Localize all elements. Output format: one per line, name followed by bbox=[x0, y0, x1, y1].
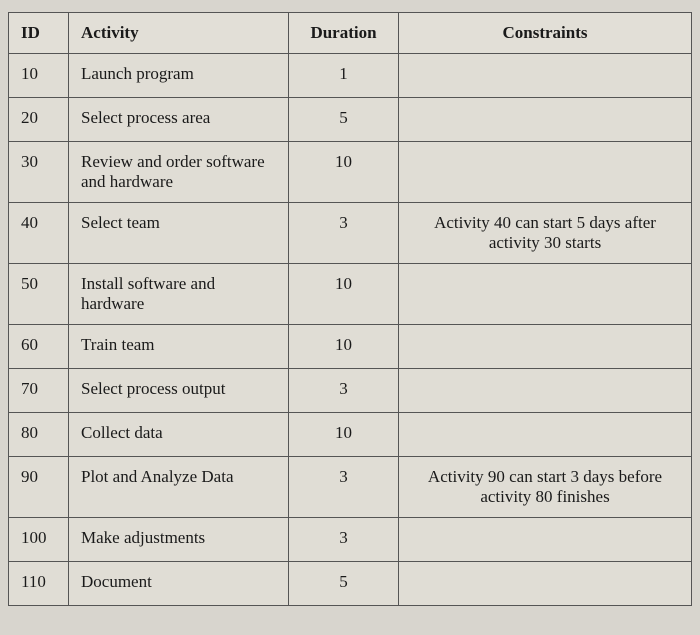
cell-constraints bbox=[399, 369, 692, 413]
cell-activity: Review and order software and hardware bbox=[69, 142, 289, 203]
table-row: 30 Review and order software and hardwar… bbox=[9, 142, 692, 203]
header-row: ID Activity Duration Constraints bbox=[9, 13, 692, 54]
cell-duration: 3 bbox=[289, 203, 399, 264]
cell-duration: 1 bbox=[289, 54, 399, 98]
cell-activity: Select process area bbox=[69, 98, 289, 142]
table-row: 70 Select process output 3 bbox=[9, 369, 692, 413]
header-duration: Duration bbox=[289, 13, 399, 54]
cell-id: 30 bbox=[9, 142, 69, 203]
cell-duration: 10 bbox=[289, 142, 399, 203]
cell-constraints bbox=[399, 142, 692, 203]
table-row: 60 Train team 10 bbox=[9, 325, 692, 369]
cell-id: 100 bbox=[9, 518, 69, 562]
cell-id: 70 bbox=[9, 369, 69, 413]
cell-duration: 5 bbox=[289, 562, 399, 606]
cell-constraints bbox=[399, 54, 692, 98]
cell-id: 80 bbox=[9, 413, 69, 457]
cell-constraints bbox=[399, 518, 692, 562]
cell-duration: 3 bbox=[289, 457, 399, 518]
cell-id: 50 bbox=[9, 264, 69, 325]
table-row: 50 Install software and hardware 10 bbox=[9, 264, 692, 325]
table-row: 90 Plot and Analyze Data 3 Activity 90 c… bbox=[9, 457, 692, 518]
cell-constraints bbox=[399, 413, 692, 457]
cell-constraints bbox=[399, 98, 692, 142]
cell-duration: 10 bbox=[289, 325, 399, 369]
table-row: 10 Launch program 1 bbox=[9, 54, 692, 98]
table-row: 20 Select process area 5 bbox=[9, 98, 692, 142]
cell-activity: Document bbox=[69, 562, 289, 606]
cell-duration: 5 bbox=[289, 98, 399, 142]
table-row: 100 Make adjustments 3 bbox=[9, 518, 692, 562]
cell-id: 20 bbox=[9, 98, 69, 142]
cell-id: 10 bbox=[9, 54, 69, 98]
cell-constraints bbox=[399, 562, 692, 606]
cell-activity: Collect data bbox=[69, 413, 289, 457]
table-row: 80 Collect data 10 bbox=[9, 413, 692, 457]
cell-id: 60 bbox=[9, 325, 69, 369]
activity-table: ID Activity Duration Constraints 10 Laun… bbox=[8, 12, 692, 606]
cell-activity: Select team bbox=[69, 203, 289, 264]
cell-id: 40 bbox=[9, 203, 69, 264]
cell-activity: Install software and hardware bbox=[69, 264, 289, 325]
cell-duration: 10 bbox=[289, 413, 399, 457]
cell-constraints bbox=[399, 264, 692, 325]
cell-activity: Launch program bbox=[69, 54, 289, 98]
cell-activity: Make adjustments bbox=[69, 518, 289, 562]
header-id: ID bbox=[9, 13, 69, 54]
cell-duration: 3 bbox=[289, 518, 399, 562]
cell-constraints: Activity 40 can start 5 days after activ… bbox=[399, 203, 692, 264]
cell-duration: 10 bbox=[289, 264, 399, 325]
table-row: 40 Select team 3 Activity 40 can start 5… bbox=[9, 203, 692, 264]
cell-activity: Train team bbox=[69, 325, 289, 369]
cell-constraints bbox=[399, 325, 692, 369]
header-constraints: Constraints bbox=[399, 13, 692, 54]
cell-id: 110 bbox=[9, 562, 69, 606]
cell-duration: 3 bbox=[289, 369, 399, 413]
cell-activity: Select process output bbox=[69, 369, 289, 413]
table-row: 110 Document 5 bbox=[9, 562, 692, 606]
cell-constraints: Activity 90 can start 3 days before acti… bbox=[399, 457, 692, 518]
cell-activity: Plot and Analyze Data bbox=[69, 457, 289, 518]
cell-id: 90 bbox=[9, 457, 69, 518]
header-activity: Activity bbox=[69, 13, 289, 54]
